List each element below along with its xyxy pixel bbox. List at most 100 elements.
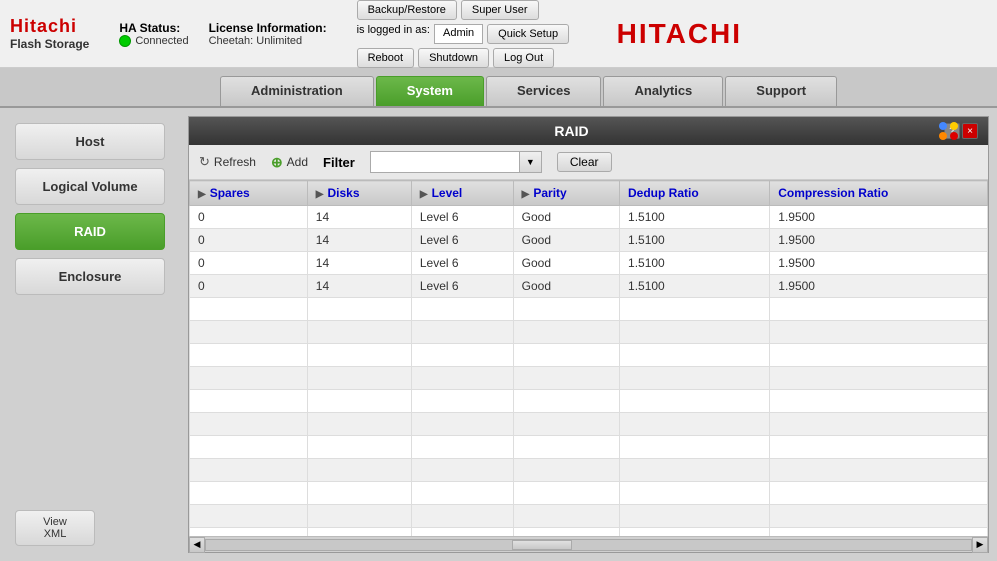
table-row-empty bbox=[190, 344, 988, 367]
raid-table: ▶Spares ▶Disks ▶Level ▶Parity Dedup Rati… bbox=[189, 180, 988, 536]
col-level[interactable]: ▶Level bbox=[411, 181, 513, 206]
logged-in-label: is logged in as: bbox=[357, 24, 430, 44]
nav-tabs: Administration System Services Analytics… bbox=[0, 68, 997, 108]
sidebar-item-logical-volume[interactable]: Logical Volume bbox=[15, 168, 165, 205]
content-area: RAID ? × bbox=[180, 108, 997, 561]
table-row-empty bbox=[190, 505, 988, 528]
horizontal-scrollbar[interactable]: ◀ ▶ bbox=[189, 536, 988, 552]
col-parity[interactable]: ▶Parity bbox=[513, 181, 619, 206]
table-container[interactable]: ▶Spares ▶Disks ▶Level ▶Parity Dedup Rati… bbox=[189, 180, 988, 536]
col-disks[interactable]: ▶Disks bbox=[307, 181, 411, 206]
add-icon: ⊕ bbox=[271, 154, 283, 171]
license-label: License Information: bbox=[209, 21, 327, 35]
col-spares[interactable]: ▶Spares bbox=[190, 181, 308, 206]
table-row-empty bbox=[190, 413, 988, 436]
scroll-right-arrow[interactable]: ▶ bbox=[972, 537, 988, 553]
ha-connected: Connected bbox=[119, 35, 188, 47]
filter-input-group: ▼ bbox=[370, 151, 542, 173]
cell-dedup: 1.5100 bbox=[620, 252, 770, 275]
refresh-label: Refresh bbox=[214, 155, 256, 169]
cell-level: Level 6 bbox=[411, 275, 513, 298]
reboot-button[interactable]: Reboot bbox=[357, 48, 414, 68]
table-row-empty bbox=[190, 321, 988, 344]
table-row-empty bbox=[190, 528, 988, 537]
sidebar-item-host[interactable]: Host bbox=[15, 123, 165, 160]
scroll-thumb[interactable] bbox=[512, 540, 572, 550]
col-compression-ratio[interactable]: Compression Ratio bbox=[770, 181, 988, 206]
table-row[interactable]: 0 14 Level 6 Good 1.5100 1.9500 bbox=[190, 206, 988, 229]
cell-parity: Good bbox=[513, 229, 619, 252]
tab-administration[interactable]: Administration bbox=[220, 76, 374, 106]
license-area: License Information: Cheetah: Unlimited bbox=[209, 21, 327, 47]
cell-level: Level 6 bbox=[411, 252, 513, 275]
tab-system[interactable]: System bbox=[376, 76, 484, 106]
view-xml-button[interactable]: View XML bbox=[15, 510, 95, 546]
filter-dropdown-button[interactable]: ▼ bbox=[520, 151, 542, 173]
ha-status-area: HA Status: Connected bbox=[119, 21, 188, 47]
table-row[interactable]: 0 14 Level 6 Good 1.5100 1.9500 bbox=[190, 275, 988, 298]
table-row-empty bbox=[190, 436, 988, 459]
tab-support[interactable]: Support bbox=[725, 76, 837, 106]
table-row-empty bbox=[190, 367, 988, 390]
main-layout: Host Logical Volume RAID Enclosure View … bbox=[0, 108, 997, 561]
tl-orange bbox=[939, 132, 947, 140]
header: Hitachi Flash Storage HA Status: Connect… bbox=[0, 0, 997, 68]
sidebar-item-raid[interactable]: RAID bbox=[15, 213, 165, 250]
tl-red bbox=[950, 132, 958, 140]
cell-disks: 14 bbox=[307, 252, 411, 275]
logo-subtitle: Flash Storage bbox=[10, 37, 89, 51]
top-buttons: Backup/Restore Super User is logged in a… bbox=[357, 0, 577, 68]
tab-analytics[interactable]: Analytics bbox=[603, 76, 723, 106]
cell-compression: 1.9500 bbox=[770, 229, 988, 252]
traffic-lights bbox=[939, 122, 958, 140]
logout-button[interactable]: Log Out bbox=[493, 48, 554, 68]
cell-disks: 14 bbox=[307, 206, 411, 229]
scroll-track[interactable] bbox=[205, 539, 972, 551]
cell-spares: 0 bbox=[190, 229, 308, 252]
table-row[interactable]: 0 14 Level 6 Good 1.5100 1.9500 bbox=[190, 229, 988, 252]
cell-level: Level 6 bbox=[411, 229, 513, 252]
filter-input[interactable] bbox=[370, 151, 520, 173]
panel-header: RAID ? × bbox=[189, 117, 988, 145]
table-row[interactable]: 0 14 Level 6 Good 1.5100 1.9500 bbox=[190, 252, 988, 275]
logo-hitachi: Hitachi bbox=[10, 16, 89, 37]
super-user-button[interactable]: Super User bbox=[461, 0, 539, 20]
tl-yellow bbox=[950, 122, 958, 130]
panel-title: RAID bbox=[199, 123, 944, 139]
table-body: 0 14 Level 6 Good 1.5100 1.9500 0 14 Lev… bbox=[190, 206, 988, 537]
cell-dedup: 1.5100 bbox=[620, 206, 770, 229]
cell-spares: 0 bbox=[190, 275, 308, 298]
shutdown-button[interactable]: Shutdown bbox=[418, 48, 489, 68]
ha-status-value: Connected bbox=[135, 35, 188, 47]
content-panel: RAID ? × bbox=[188, 116, 989, 553]
tab-services[interactable]: Services bbox=[486, 76, 602, 106]
col-dedup-ratio[interactable]: Dedup Ratio bbox=[620, 181, 770, 206]
table-row-empty bbox=[190, 390, 988, 413]
cell-disks: 14 bbox=[307, 275, 411, 298]
connected-indicator bbox=[119, 35, 131, 47]
add-label: Add bbox=[287, 155, 308, 169]
filter-label: Filter bbox=[323, 155, 355, 170]
add-button[interactable]: ⊕ Add bbox=[271, 154, 308, 171]
backup-restore-button[interactable]: Backup/Restore bbox=[357, 0, 457, 20]
cell-spares: 0 bbox=[190, 252, 308, 275]
license-value: Cheetah: Unlimited bbox=[209, 35, 327, 47]
table-row-empty bbox=[190, 298, 988, 321]
sidebar-item-enclosure[interactable]: Enclosure bbox=[15, 258, 165, 295]
table-row-empty bbox=[190, 482, 988, 505]
logo-area: Hitachi Flash Storage bbox=[10, 16, 89, 51]
cell-parity: Good bbox=[513, 275, 619, 298]
logged-in-value: Admin bbox=[434, 24, 483, 44]
ha-status-label: HA Status: bbox=[119, 21, 188, 35]
quick-setup-button[interactable]: Quick Setup bbox=[487, 24, 569, 44]
toolbar: ↻ Refresh ⊕ Add Filter ▼ Clear bbox=[189, 145, 988, 180]
cell-dedup: 1.5100 bbox=[620, 275, 770, 298]
cell-compression: 1.9500 bbox=[770, 252, 988, 275]
tl-blue bbox=[939, 122, 947, 130]
scroll-left-arrow[interactable]: ◀ bbox=[189, 537, 205, 553]
clear-button[interactable]: Clear bbox=[557, 152, 612, 172]
hitachi-brand: HITACHI bbox=[617, 18, 742, 50]
refresh-button[interactable]: ↻ Refresh bbox=[199, 154, 256, 170]
cell-level: Level 6 bbox=[411, 206, 513, 229]
panel-close-button[interactable]: × bbox=[962, 123, 978, 139]
